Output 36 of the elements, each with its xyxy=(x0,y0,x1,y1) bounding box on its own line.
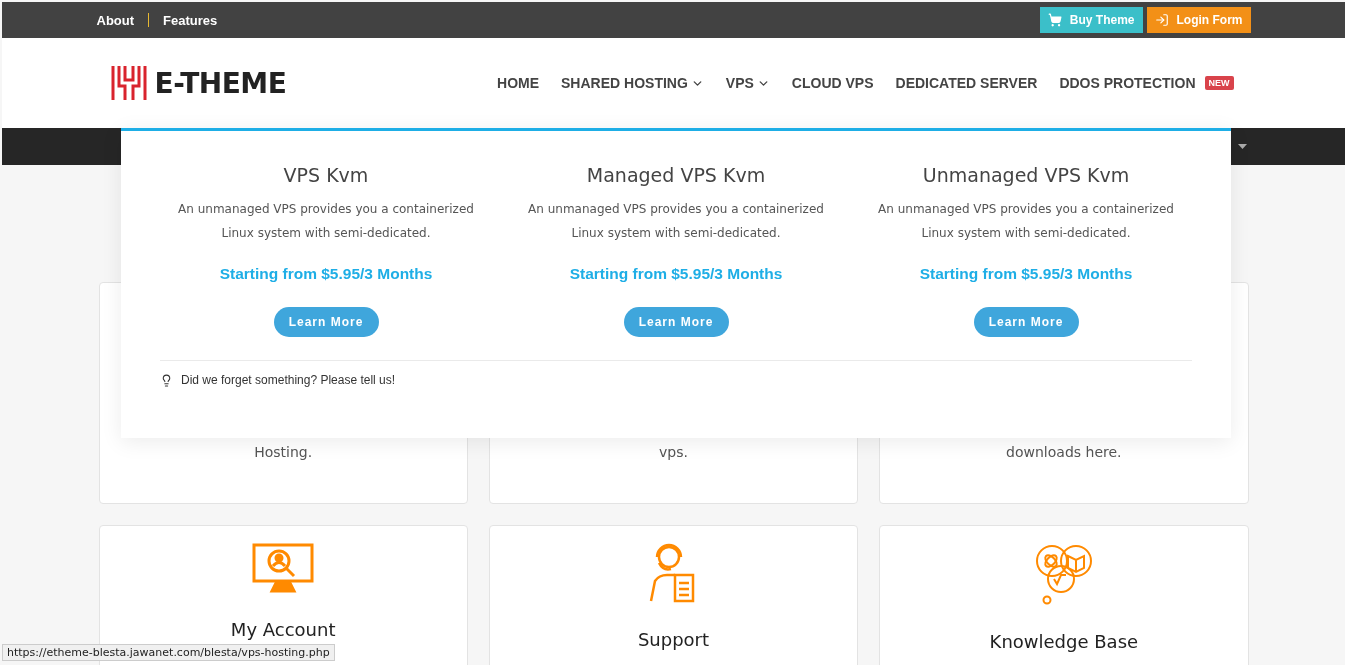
top-link[interactable]: About xyxy=(96,12,135,28)
status-bar-url: https://etheme-blesta.jawanet.com/blesta/vps-hosting.php xyxy=(2,644,335,661)
monitor-search-icon xyxy=(252,543,315,593)
nav-link[interactable]: VPS xyxy=(725,75,770,91)
lightbulb-icon xyxy=(160,373,173,387)
plan-title: Unmanaged VPS Kvm xyxy=(922,164,1130,186)
plan-description: Linux system with semi-dedicated. xyxy=(221,225,431,242)
nav-link[interactable]: CLOUD VPS xyxy=(791,75,874,91)
plan-price: Starting from $5.95/3 Months xyxy=(219,265,433,283)
nav-link[interactable]: HOME xyxy=(497,75,540,91)
cart-icon xyxy=(1047,13,1062,27)
plan-description: An unmanaged VPS provides you a containerized xyxy=(878,201,1174,218)
card-title: Knowledge Base xyxy=(989,631,1139,652)
logo-text: E-THEME xyxy=(154,66,287,100)
card-text: vps. xyxy=(659,444,688,460)
plan-description: An unmanaged VPS provides you a containerized xyxy=(178,201,474,218)
feedback-link[interactable]: Did we forget something? Please tell us! xyxy=(181,373,396,387)
card-title: Support xyxy=(637,629,710,650)
caret-icon xyxy=(1238,144,1247,149)
plan-title: VPS Kvm xyxy=(283,164,369,186)
logo-icon xyxy=(110,65,147,101)
nav-link[interactable]: DDOS PROTECTION NEW xyxy=(1059,75,1234,91)
sign-in-icon xyxy=(1154,13,1169,27)
new-badge: NEW xyxy=(1204,76,1234,90)
plan-price: Starting from $5.95/3 Months xyxy=(569,265,783,283)
plan-description: Linux system with semi-dedicated. xyxy=(571,225,781,242)
nav-link[interactable]: SHARED HOSTING xyxy=(561,75,704,91)
top-link[interactable]: Features xyxy=(163,12,218,28)
card-title: My Account xyxy=(230,619,336,640)
card-text: Hosting. xyxy=(254,444,313,460)
plan-description: Linux system with semi-dedicated. xyxy=(921,225,1131,242)
card-text: downloads here. xyxy=(1006,444,1122,460)
nav-link[interactable]: DEDICATED SERVER xyxy=(895,75,1038,91)
plan-price: Starting from $5.95/3 Months xyxy=(919,265,1133,283)
plan-description: An unmanaged VPS provides you a containerized xyxy=(528,201,824,218)
plan-title: Managed VPS Kvm xyxy=(586,164,766,186)
